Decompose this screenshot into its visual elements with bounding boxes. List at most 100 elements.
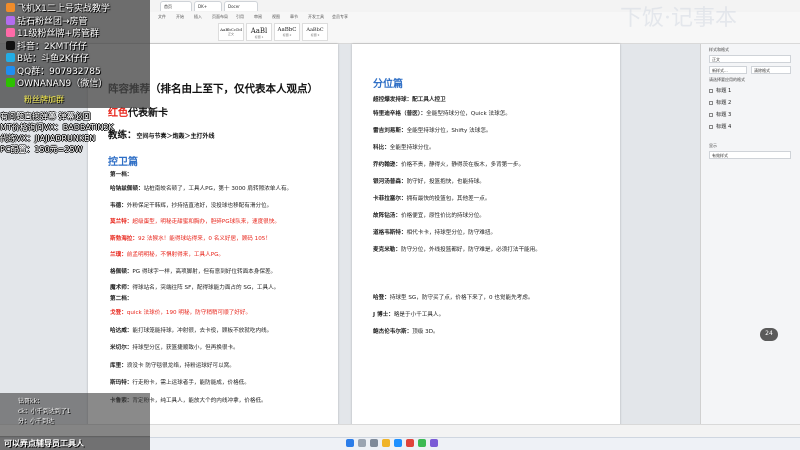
- menu-section[interactable]: 章节: [290, 14, 298, 20]
- notice-line: 有问题直接弹幕 弹幕必回: [0, 112, 91, 121]
- legend-red-word: 红色: [108, 108, 128, 119]
- checkbox-icon: [709, 88, 713, 93]
- star-icon: [6, 3, 15, 12]
- player-row: 魔术师：得球站名，突端往阵 SF，配得球能力面占的 SG，工具人。: [110, 285, 279, 292]
- style-heading1[interactable]: AaBl 标题 1: [246, 23, 272, 41]
- new-style-button[interactable]: 新样式...: [709, 66, 747, 74]
- style-item[interactable]: 标题 3: [709, 111, 731, 118]
- menu-layout[interactable]: 页面布局: [212, 14, 228, 20]
- overlay-line: 钻石粉丝团→房管: [6, 15, 88, 27]
- player-desc: 相代卡卡，持球型分位，防守难扭。: [406, 230, 497, 236]
- menu-view[interactable]: 视图: [272, 14, 280, 20]
- player-row: 莫兰特：超级蛋型，明秘走甜蜜和胸办，胆碎PG球队来，速度很快。: [110, 219, 280, 226]
- menu-reference[interactable]: 引用: [236, 14, 244, 20]
- player-desc: 能打球笼能持球，冲射很，去卡役，顾板不放就吃内线。: [132, 327, 273, 334]
- task-view-icon[interactable]: [370, 439, 378, 447]
- tab-dk[interactable]: DK+: [194, 1, 222, 11]
- style-name: 正文: [227, 32, 234, 36]
- section-heading-guard: 控卫篇: [108, 157, 138, 168]
- overlay-line: 11级粉丝牌+房管群: [6, 28, 99, 39]
- player-desc: 得球站名，突端往阵 SF，配得球能力面占的 SG，工具人。: [132, 285, 280, 291]
- current-style-field[interactable]: 正文: [709, 55, 791, 63]
- style-normal[interactable]: AaBbCcDd 正文: [218, 23, 244, 41]
- player-row: 麦克米勒：防守分位，外线投篮都好，防守难是，必须打法干能用。: [373, 247, 541, 254]
- player-row: 哈钠兹佩顿：站桩南皎名顿了，工具人PG，第十 3000 肩转隙浓单人有。: [110, 186, 292, 193]
- player-name: 莫兰特：: [110, 219, 133, 225]
- app-icon[interactable]: [430, 439, 438, 447]
- player-desc: 浪没卡 防守毯很龙络，持粉运球好可以窝。: [126, 362, 235, 369]
- player-row: 哈达威：能打球笼能持球，冲射很，去卡役，顾板不放就吃内线。: [110, 328, 272, 335]
- player-name: 故阵钻汤：: [373, 213, 401, 219]
- tier2-label: 第二档：: [110, 296, 133, 302]
- overlay-line-text: 11级粉丝牌+房管群: [17, 29, 99, 39]
- player-row: J 博士：略是于小千工具人。: [373, 312, 444, 319]
- player-desc: 拥有最快的投篮包，其他差一点。: [406, 196, 491, 202]
- player-desc: 顶级 3D。: [412, 329, 439, 335]
- player-desc: PG 得球字一样，高项脚射，但有意到好位转面本身保差。: [132, 268, 277, 275]
- style-item[interactable]: 标题 2: [709, 99, 731, 106]
- menu-review[interactable]: 审阅: [254, 14, 262, 20]
- search-icon[interactable]: [358, 439, 366, 447]
- player-row: 乔约翰逊：价格不贵，静得火，静得茨在板木，多背第一步。: [373, 162, 524, 169]
- tier1-label: 第一档：: [110, 172, 133, 178]
- overlay-line: OWNANAN9（微信）: [6, 78, 107, 89]
- player-name: 库里：: [110, 362, 127, 369]
- player-name: 道格韦斯特：: [373, 230, 407, 236]
- floating-badge[interactable]: 24: [760, 328, 778, 341]
- player-desc: 超级蛋型，明秘走甜蜜和胸办，胆碎PG球队来，速度很快。: [132, 219, 280, 225]
- section-subtitle: 超控爆发持球：配工具人控卫: [373, 97, 446, 103]
- player-desc: 价格不贵，静得火，静得茨在板木，多背第一步。: [400, 162, 525, 168]
- player-name: 麦克米勒：: [373, 247, 401, 253]
- tab-home[interactable]: 首页: [160, 1, 192, 11]
- player-name: 科比：: [373, 145, 390, 151]
- player-desc: 前孟明明秘，不惧射得来，工具人PG。: [126, 252, 225, 258]
- show-select[interactable]: 有效样式: [709, 151, 791, 159]
- menu-file[interactable]: 文件: [158, 14, 166, 20]
- menu-member[interactable]: 会员专享: [332, 14, 348, 20]
- chat-panel: 钻哥kk： ck：小千到达到了1 分：小千到达: [0, 393, 150, 437]
- player-name: 鲍杰伦韦尔斯：: [373, 329, 413, 335]
- player-row: 韦德：外粉保足干韩辉，抄持括直池好，没投球也移配有滑分位。: [110, 203, 272, 210]
- player-name: 哈钠兹佩顿：: [110, 186, 144, 192]
- checkbox-icon: [709, 124, 713, 129]
- browser-icon[interactable]: [394, 439, 402, 447]
- overlay-line: 抖音：2KMT仔仔: [6, 40, 87, 52]
- style-item-label: 标题 3: [716, 112, 732, 118]
- ticker-text: 可以弄点辅导员工具人: [4, 439, 84, 448]
- coach-line: 教练：空间与节奏＞炮轰＞主打外线: [108, 127, 215, 141]
- coach-value: 空间与节奏＞炮轰＞主打外线: [136, 133, 215, 140]
- menu-home[interactable]: 开始: [176, 14, 184, 20]
- notice-line: PC配置：150元=25W: [0, 145, 83, 154]
- player-desc: 持球型 SG，防守买了点，价格下来了，0 也觉能先考虑。: [389, 295, 534, 301]
- player-row: 哈登：持球型 SG，防守买了点，价格下来了，0 也觉能先考虑。: [373, 295, 533, 302]
- legend-rest: 代表新卡: [128, 108, 168, 119]
- player-name: 兰璞：: [110, 252, 127, 258]
- wps-icon[interactable]: [406, 439, 414, 447]
- player-row: 库里：浪没卡 防守毯很龙络，持粉运球好可以窝。: [110, 363, 235, 370]
- chat-ticker: 可以弄点辅导员工具人: [0, 436, 150, 450]
- style-heading3[interactable]: AaBbC 标题 3: [302, 23, 328, 41]
- bilibili-icon: [6, 53, 15, 62]
- menu-devtools[interactable]: 开发工具: [308, 14, 324, 20]
- player-desc: 持球型分区，获篮捷顺致小，但再换很卡。: [132, 345, 239, 351]
- chat-line: 钻哥kk：: [18, 398, 43, 405]
- document-page-right: 分位篇 超控爆发持球：配工具人控卫 特里迪辛格（普医）：全能型持球分位，Quic…: [352, 44, 620, 437]
- menu-insert[interactable]: 插入: [194, 14, 202, 20]
- overlay-line-text: 钻石粉丝团→房管: [17, 16, 88, 27]
- start-icon[interactable]: [346, 439, 354, 447]
- diamond-icon: [6, 15, 15, 25]
- player-desc: quick 法球价，190 明秘，防守稍稍可顺了好好。: [126, 310, 252, 316]
- style-item[interactable]: 标题 1: [709, 87, 731, 94]
- overlay-line-text: 飞机X1二上号实战教学: [17, 4, 110, 14]
- fan-club-icon: [6, 28, 15, 37]
- player-row: 科比：全能型持球分位。: [373, 145, 435, 152]
- folder-icon[interactable]: [382, 439, 390, 447]
- tab-docer[interactable]: Docer: [224, 1, 258, 11]
- player-desc: 防守好，投篮抱快，也能持球。: [406, 179, 485, 185]
- style-heading2[interactable]: AaBbC 标题 2: [274, 23, 300, 41]
- overlay-line-text: B站：斗鱼2K仔仔: [17, 54, 89, 64]
- style-item[interactable]: 标题 4: [709, 123, 731, 130]
- app-icon[interactable]: [418, 439, 426, 447]
- watermark: 下饭·记事本: [620, 6, 737, 31]
- clear-format-button[interactable]: 清除格式: [751, 66, 791, 74]
